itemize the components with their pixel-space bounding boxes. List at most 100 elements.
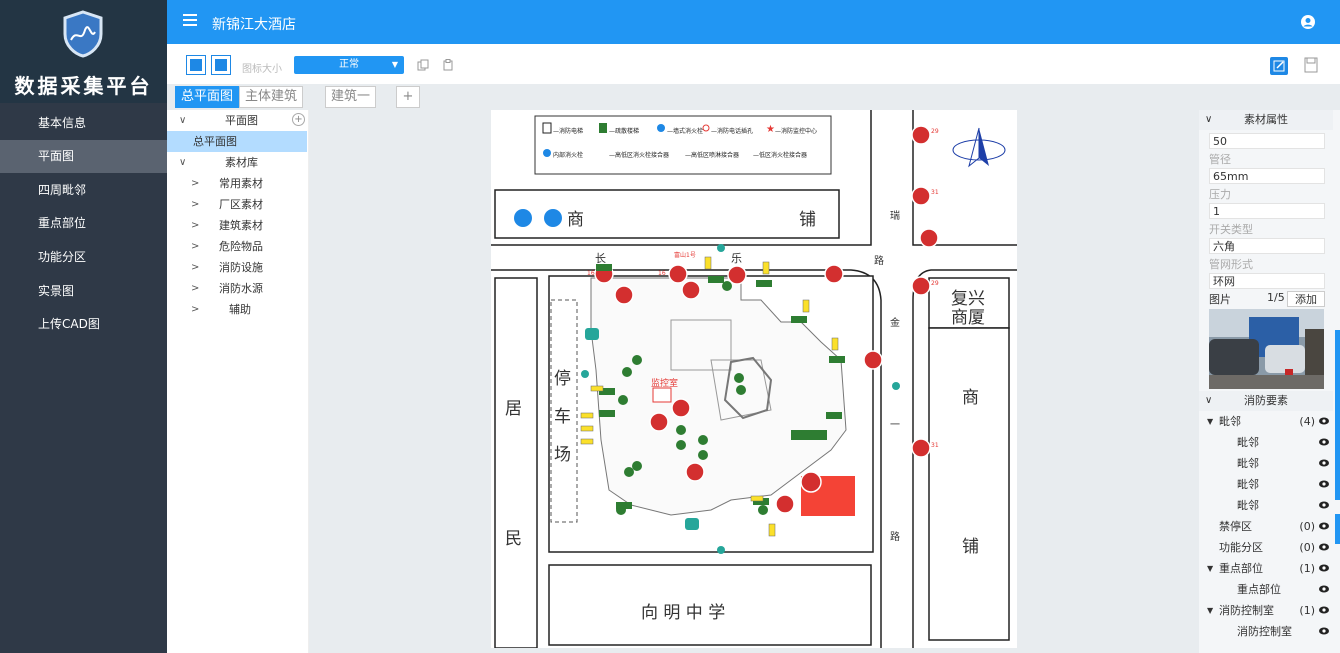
residential-label: 居 [505, 399, 522, 419]
tree-item-building[interactable]: > 建筑素材 [167, 215, 309, 236]
tree-item-label: 危险物品 [219, 240, 263, 253]
sidebar-item-upload-cad[interactable]: 上传CAD图 [0, 308, 167, 341]
caret-down-icon: ▼ [1207, 417, 1214, 426]
fire-hydrant-icon [685, 462, 705, 482]
fire-element-row[interactable]: ▼ 消防控制室 (1) [1199, 600, 1333, 621]
visibility-eye-icon[interactable] [1319, 606, 1329, 614]
switch-type-field[interactable]: 六角 [1209, 238, 1325, 254]
layout-split-button[interactable] [211, 55, 231, 75]
tree-item-auxiliary[interactable]: > 辅助 [167, 299, 309, 320]
sidebar-item-key-areas[interactable]: 重点部位 [0, 207, 167, 240]
fire-element-row[interactable]: 禁停区 (0) [1199, 516, 1333, 537]
visibility-eye-icon[interactable] [1319, 543, 1329, 551]
tree-library[interactable]: ∨ 素材库 [167, 152, 309, 173]
sidebar-item-zones[interactable]: 功能分区 [0, 241, 167, 274]
edit-button[interactable] [1270, 57, 1288, 75]
visibility-eye-icon[interactable] [1319, 438, 1329, 446]
tab-building-one[interactable]: 建筑一 [325, 86, 377, 108]
diameter-field[interactable]: 65mm [1209, 168, 1325, 184]
school-label: 向 明 中 学 [641, 603, 726, 623]
fire-element-row[interactable]: 重点部位 [1199, 579, 1333, 600]
tree-item-hazard[interactable]: > 危险物品 [167, 236, 309, 257]
prop-field-value[interactable]: 50 [1209, 133, 1325, 149]
fire-elements-header[interactable]: ∨ 消防要素 [1199, 391, 1333, 411]
fire-element-label: 毗邻 [1237, 436, 1259, 449]
fire-hydrant-icon [911, 186, 931, 206]
sidebar-item-basic-info[interactable]: 基本信息 [0, 107, 167, 140]
legend-label: —消防电话插孔 [711, 128, 754, 135]
fire-element-count: (4) [1299, 415, 1315, 428]
properties-scrollbar[interactable] [1335, 330, 1340, 500]
hamburger-menu-icon[interactable] [183, 13, 197, 27]
icon-size-label: 图标大小 [242, 64, 282, 75]
visibility-eye-icon[interactable] [1319, 480, 1329, 488]
road-label: 乐 [731, 252, 742, 265]
fire-element-row[interactable]: 毗邻 [1199, 453, 1333, 474]
fire-hydrant-icon [727, 265, 747, 285]
exit-sign-icon [791, 430, 827, 440]
fire-element-row[interactable]: ▼ 重点部位 (1) [1199, 558, 1333, 579]
fire-element-count: (0) [1299, 520, 1315, 533]
fire-element-row[interactable]: 毗邻 [1199, 432, 1333, 453]
tree-root-floor-plan[interactable]: ∨ 平面图 + [167, 110, 309, 131]
tab-site-plan[interactable]: 总平面图 [175, 86, 240, 108]
visibility-eye-icon[interactable] [1319, 522, 1329, 530]
sidebar-item-floor-plan[interactable]: 平面图 [0, 140, 167, 173]
layout-single-button[interactable] [186, 55, 206, 75]
residential-block [494, 277, 538, 648]
visibility-eye-icon[interactable] [1319, 627, 1329, 635]
sidebar-item-neighbors[interactable]: 四周毗邻 [0, 174, 167, 207]
tree-item-site-plan[interactable]: 总平面图 [167, 131, 307, 152]
user-account-icon[interactable] [1301, 15, 1315, 29]
hydrant-number: 29 [931, 280, 939, 287]
elements-scrollbar[interactable] [1335, 514, 1340, 544]
location-pin-icon [581, 370, 589, 378]
paste-icon[interactable] [442, 59, 454, 71]
site-plan-map[interactable]: ★ —消防电梯 —疏散楼梯 —墙式消火栓 —消防电话插孔 —消防监控中心 内部消… [491, 110, 1017, 648]
visibility-eye-icon[interactable] [1319, 459, 1329, 467]
copy-icon[interactable] [417, 59, 429, 71]
visibility-eye-icon[interactable] [1319, 564, 1329, 572]
add-tab-button[interactable]: + [396, 86, 420, 108]
image-label: 图片 [1209, 293, 1231, 306]
hydrant-number: 16 [587, 270, 595, 277]
fire-element-row[interactable]: ▼ 毗邻 (4) [1199, 411, 1333, 432]
tree-item-factory[interactable]: > 厂区素材 [167, 194, 309, 215]
visibility-eye-icon[interactable] [1319, 417, 1329, 425]
icon-size-select[interactable]: 正常 ▼ [294, 56, 404, 74]
road-label: 路 [890, 532, 900, 543]
tree-item-fire-facility[interactable]: > 消防设施 [167, 257, 309, 278]
fire-element-row[interactable]: 毗邻 [1199, 495, 1333, 516]
fire-hydrant-icon [649, 412, 669, 432]
visibility-eye-icon[interactable] [1319, 585, 1329, 593]
chevron-down-icon: ∨ [179, 115, 187, 126]
fire-element-row[interactable]: 功能分区 (0) [1199, 537, 1333, 558]
hydrant-number: 31 [931, 189, 939, 196]
fire-element-row[interactable]: 消防控制室 [1199, 621, 1333, 642]
fire-element-label: 毗邻 [1219, 415, 1241, 428]
road-label: 一 [890, 420, 900, 431]
tree-item-water-source[interactable]: > 消防水源 [167, 278, 309, 299]
tree-item-label: 消防设施 [219, 261, 263, 274]
network-type-field[interactable]: 环网 [1209, 273, 1325, 289]
legend-label: —低区消火栓接合器 [753, 152, 808, 159]
building-label: 商厦 [951, 308, 985, 328]
fire-element-row[interactable]: 毗邻 [1199, 474, 1333, 495]
street-photo-image [1209, 309, 1324, 389]
save-icon[interactable] [1304, 57, 1318, 73]
tab-main-building[interactable]: 主体建筑 [239, 86, 304, 108]
sidebar-item-photos[interactable]: 实景图 [0, 275, 167, 308]
right-shop-block [928, 327, 1010, 641]
tree-item-common[interactable]: > 常用素材 [167, 173, 309, 194]
icon-size-value: 正常 [339, 59, 359, 70]
material-photo[interactable] [1209, 309, 1324, 389]
fire-element-label: 消防控制室 [1237, 625, 1292, 638]
add-image-button[interactable]: 添加 [1287, 291, 1325, 307]
visibility-eye-icon[interactable] [1319, 501, 1329, 509]
pressure-field[interactable]: 1 [1209, 203, 1325, 219]
hydrant-number: 31 [931, 442, 939, 449]
parking-label: 车 [554, 402, 571, 427]
material-props-header[interactable]: ∨ 素材属性 [1199, 110, 1333, 130]
location-pin-icon [892, 382, 900, 390]
add-plan-icon[interactable]: + [292, 113, 305, 126]
